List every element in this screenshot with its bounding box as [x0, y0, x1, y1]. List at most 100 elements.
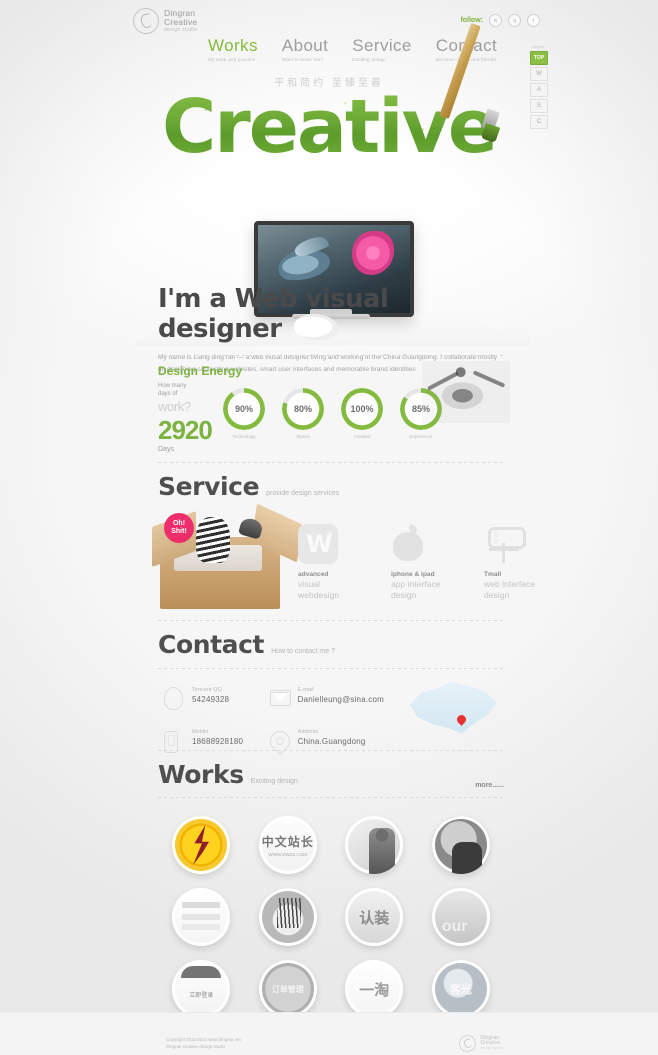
contact-label-qq: Tencent QQ [192, 687, 222, 693]
work-thumb-10[interactable]: 订单管理 [258, 960, 317, 1018]
service-item-webdesign[interactable]: advanced visual webdesign [298, 517, 364, 601]
ring-label-speed: Speed [296, 434, 310, 439]
footer-logo[interactable]: Dingran Creative design studio [459, 1035, 503, 1052]
contact-value-qq: 54249328 [192, 695, 230, 704]
service-item-body-2: app interface design [391, 579, 441, 601]
contact-value-email: Danielleung@sina.com [297, 695, 384, 704]
nav-item-works[interactable]: Works My work and practice [208, 36, 258, 63]
dancer-arm-right [472, 370, 506, 388]
footer-copyright-line-2: Dingran creative design studio [166, 1044, 226, 1050]
works-more-link[interactable]: more...... [475, 782, 504, 789]
work-thumb-11[interactable]: 一淘 [345, 960, 404, 1018]
work-thumb-5[interactable] [172, 888, 231, 946]
work-thumb-12[interactable]: 客光 [431, 960, 490, 1018]
envelope-icon [269, 687, 291, 711]
work-thumb-7[interactable]: 认装 [345, 888, 404, 946]
nav-title-about: About [281, 36, 329, 55]
bubble-line-1: Oh! [172, 520, 186, 528]
site-header: Dingran Creative design studio follow: w… [0, 0, 658, 70]
work-thumb-8[interactable] [431, 888, 490, 946]
ring-value-creative: 100% [350, 404, 374, 414]
service-heading: Service [158, 472, 260, 501]
contact-heading: Contact [158, 630, 265, 659]
days-number: 2920 [158, 415, 213, 445]
nav-title-service: Service [352, 36, 412, 55]
work-thumb-7-cn: 认装 [359, 909, 390, 927]
days-word: work? [158, 399, 191, 414]
site-logo[interactable]: Dingran Creative design studio [133, 8, 197, 34]
ring-value-speed: 80% [293, 404, 312, 414]
service-item-tmall[interactable]: 0 0 Tmall web interface design [484, 517, 550, 601]
service-item-top-3: Tmall [484, 571, 502, 578]
ring-gauge-creative: 100% [341, 388, 383, 430]
days-unit: Days [158, 446, 174, 453]
section-divider [158, 462, 504, 463]
logo-text: Dingran Creative design studio [164, 9, 197, 32]
main-nav: Works My work and practice About Want to… [208, 36, 497, 63]
footer-copyright: Copyright 2012-2014 www.dingran.net Ding… [166, 1036, 241, 1051]
contact-subheading: How to contact me ? [271, 648, 335, 655]
service-subheading: provide design services [266, 490, 340, 497]
skill-ring-technology: 90% Technology [223, 388, 265, 439]
logo-mark-icon [133, 8, 159, 34]
china-map-illustration [409, 681, 497, 734]
nav-item-service[interactable]: Service Exciting design [352, 36, 412, 63]
nav-sub-service: Exciting design [352, 58, 387, 63]
ring-value-technology: 90% [234, 404, 253, 414]
tencent-icon[interactable]: t [527, 14, 540, 27]
work-thumb-1[interactable] [172, 816, 231, 874]
ring-label-technology: Technology [232, 434, 256, 439]
work-thumb-9[interactable]: 立即登录 [172, 960, 231, 1018]
design-energy-section: Design Energy How many days of work? 292… [158, 355, 510, 453]
qzone-icon[interactable]: q [508, 14, 521, 27]
contact-value-address: China.Guangdong [297, 737, 366, 746]
rail-button-top[interactable]: TOP [530, 51, 548, 65]
footer-logo-line-3: design studio [480, 1046, 503, 1051]
work-thumb-3[interactable] [345, 816, 404, 874]
skill-ring-creative: 100% Creative [341, 388, 383, 439]
footer-copyright-line-1: Copyright 2012-2014 www.dingran.net [166, 1037, 241, 1042]
zebra-illustration [196, 517, 230, 563]
work-thumb-2-cn: 中文站长 [261, 835, 314, 849]
section-divider [158, 750, 504, 751]
service-item-top-1: advanced [298, 571, 329, 578]
footer-logo-mark-icon [459, 1035, 477, 1052]
work-thumb-10-cn: 订单管理 [271, 984, 304, 994]
contact-grid: Tencent QQ 54249328 E-mail Danielleung@s… [164, 687, 384, 756]
ring-label-creative: Creative [353, 434, 371, 439]
works-header: Works Exciting design more...... [158, 760, 504, 789]
contact-divider [158, 668, 504, 669]
nav-sub-works: My work and practice [208, 58, 256, 63]
service-item-appdesign[interactable]: iphone & ipad app interface design [391, 517, 457, 601]
contact-value-mobile: 18688928180 [192, 737, 244, 746]
wordpress-w-icon [298, 524, 338, 564]
work-thumb-11-cn: 一淘 [359, 981, 390, 999]
ring-label-experience: Experience [409, 434, 433, 439]
work-thumb-2[interactable]: 中文站长 WWW.ZWZZ.COM [258, 816, 317, 874]
service-icon-wrap [298, 517, 364, 571]
site-footer: Copyright 2012-2014 www.dingran.net Ding… [0, 1012, 658, 1055]
contact-entry-qq[interactable]: Tencent QQ 54249328 [164, 687, 260, 711]
work-thumb-2-en: WWW.ZWZZ.COM [268, 852, 308, 857]
section-divider [158, 620, 504, 621]
logo-line-2: Creative [164, 16, 198, 27]
intro-heading: I'm a Web visual designer [158, 284, 389, 344]
days-sub-line-1: How many [158, 383, 187, 389]
contact-entry-email[interactable]: E-mail Danielleung@sina.com [269, 687, 384, 711]
service-item-body-1: visual webdesign [298, 579, 340, 601]
works-grid: 中文站长 WWW.ZWZZ.COM 认装 立即登录 订单管理 一淘 [158, 816, 504, 1018]
work-thumb-6[interactable] [258, 888, 317, 946]
work-thumb-12-cn: 客光 [449, 984, 472, 996]
hero-banner: 平和简约 至臻至善 Creative [0, 23, 658, 346]
section-divider [158, 355, 504, 356]
work-thumb-4[interactable] [431, 816, 490, 874]
skill-ring-speed: 80% Speed [282, 388, 324, 439]
page-root: Dingran Creative design studio follow: w… [0, 0, 658, 1055]
nav-item-about[interactable]: About Want to know me? [282, 36, 328, 63]
work-thumb-9-cn: 立即登录 [189, 992, 214, 999]
weibo-icon[interactable]: w [489, 14, 502, 27]
works-section: Works Exciting design more...... 中文站长 WW… [158, 750, 504, 1018]
hero-word-creative: Creative [0, 84, 658, 170]
ring-value-experience: 85% [411, 404, 430, 414]
oh-shit-speech-bubble: Oh! Shit! [164, 513, 194, 543]
